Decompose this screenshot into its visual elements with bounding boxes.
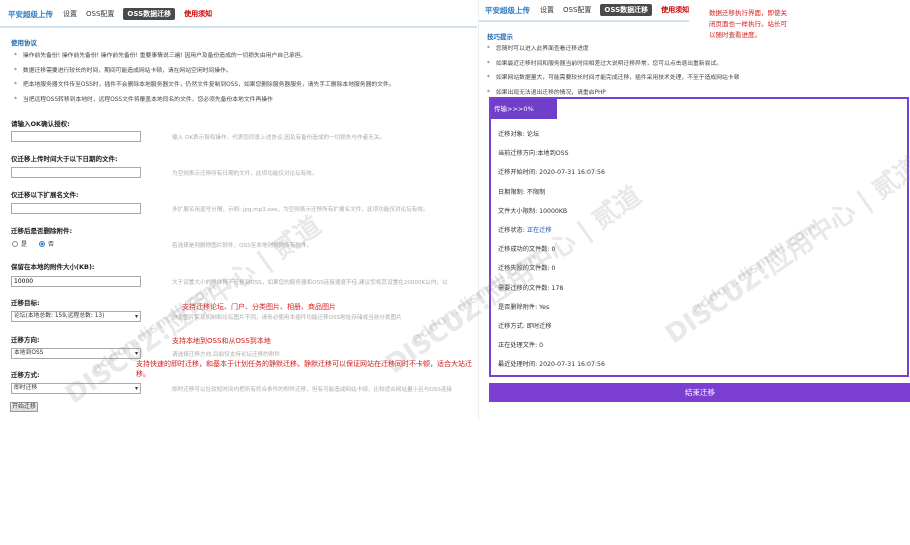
tip-item: 如果最近迁移时间和服务器当前时间相差过大说明迁移异常，您可以点击退出重新尝试。 — [487, 57, 739, 72]
delete-hint: 若选择是则删除图片附件，OSS至本地则删除所有附件。 — [172, 243, 313, 249]
tab-settings[interactable]: 设置 — [540, 5, 554, 15]
size-hint: 大于设置大小的附件将不迁移到OSS，如果您的服务器和OSS连接速度不佳,建议您将… — [172, 280, 448, 286]
size-label: 保留在本地的附件大小(KB): — [11, 263, 95, 271]
mode-label: 迁移方式: — [11, 371, 40, 379]
delete-radio-group: 是 否 — [12, 239, 54, 248]
direction-select-value: 本地到OSS — [14, 350, 44, 356]
note-item: 当把远程OSS转移到本地时，远程OSS文件将覆盖本地同名的文件，您必须先备份本地… — [14, 93, 395, 108]
tab-oss-migration[interactable]: OSS数据迁移 — [123, 8, 176, 20]
object-select[interactable]: 论坛(本地总数: 159,远程总数: 13) ▾ — [11, 311, 141, 322]
status-label: 迁移状态: — [498, 227, 527, 234]
migration-progress-panel: 平安超级上传 设置 OSS配置 OSS数据迁移 使用须知 数据迁移执行界面，即使… — [478, 0, 910, 420]
info-date-limit: 日期限制: 不限制 — [498, 189, 546, 196]
progress-bar: 传输>>>0% — [491, 99, 557, 119]
annotation-progress-ui: 数据迁移执行界面，即使关闭页面也一样执行。站长可以随时查看进度。 — [709, 9, 787, 39]
annotation-modes: 支持快速的即时迁移，和基本于计划任务的静默迁移。静默迁移可以保证网站在迁移同时不… — [136, 360, 472, 378]
start-migration-button[interactable]: 开始迁移 — [10, 402, 38, 412]
ok-label: 请输入OK确认授权: — [11, 120, 70, 128]
date-label: 仅迁移上传时间大于以下日期的文件: — [11, 155, 118, 163]
protocol-notes: 操作前先备份! 操作前先备份! 操作前先备份! 重要事情说三遍! 因用户及备份造… — [14, 49, 395, 107]
info-start-time: 迁移开始时间: 2020-07-31 16:07:56 — [498, 169, 605, 176]
top-tabs: 平安超级上传 设置 OSS配置 OSS数据迁移 使用须知 — [485, 2, 698, 18]
migration-settings-panel: 平安超级上传 设置 OSS配置 OSS数据迁移 使用须知 使用协议 操作前先备份… — [0, 0, 477, 420]
tab-oss-config[interactable]: OSS配置 — [563, 5, 591, 15]
tab-oss-migration[interactable]: OSS数据迁移 — [600, 4, 653, 16]
info-pending: 需要迁移的文件数: 178 — [498, 285, 564, 292]
note-item: 操作前先备份! 操作前先备份! 操作前先备份! 重要事情说三遍! 因用户及备份造… — [14, 49, 395, 64]
mode-select[interactable]: 即时迁移 ▾ — [11, 383, 141, 394]
ok-hint: 输入 OK表示授权操作，代表您同意上述协议,因及有备份造成的一切损失与作者无关。 — [172, 135, 386, 141]
status-badge: 正在迁移 — [526, 227, 552, 234]
tip-item: 您随时可以进入此界面查看迁移进度 — [487, 42, 739, 57]
info-delete: 是否删除附件: Yes — [498, 304, 550, 311]
info-object: 迁移对象: 论坛 — [498, 131, 540, 138]
info-size-limit: 文件大小限制: 10000KB — [498, 208, 568, 215]
delete-yes-label: 是 — [21, 241, 28, 248]
protocol-title: 使用协议 — [11, 39, 37, 47]
ok-input[interactable] — [11, 131, 141, 142]
header-divider — [0, 26, 477, 28]
tab-usage-notice[interactable]: 使用须知 — [184, 9, 212, 19]
info-processing: 正在处理文件: 0 — [498, 342, 544, 349]
info-last-time: 最近处理时间: 2020-07-31 16:07:56 — [498, 361, 605, 368]
direction-hint: 请选择迁移方向,目前仅支持论坛迁移的附件 — [172, 352, 281, 358]
delete-no-radio[interactable] — [39, 240, 46, 247]
chevron-down-icon: ▾ — [134, 313, 138, 320]
plugin-brand: 平安超级上传 — [8, 9, 53, 19]
delete-yes-radio[interactable] — [12, 240, 18, 247]
direction-select[interactable]: 本地到OSS ▾ — [11, 348, 141, 359]
delete-label: 迁移后是否删除附件: — [11, 227, 73, 235]
note-item: 把本地服务器文件传至OSS时，插件不会删除本地服务器文件，仍然文件复制到OSS，… — [14, 78, 395, 93]
annotation-directions: 支持本地到OSS和从OSS到本地 — [172, 337, 271, 345]
ext-input[interactable] — [11, 203, 141, 214]
object-select-value: 论坛(本地总数: 159,远程总数: 13) — [14, 313, 105, 319]
info-failed: 迁移失败的文件数: 0 — [498, 265, 556, 272]
annotation-targets: 支持迁移论坛、门户、分类图片、相册、商品图片 — [182, 303, 336, 311]
date-input[interactable] — [11, 167, 141, 178]
tab-settings[interactable]: 设置 — [63, 9, 77, 19]
chevron-down-icon: ▾ — [134, 350, 138, 357]
object-hint: 分类图片实现机制和论坛图片不同，请务必使用本插件功能迁移OSS地址存储或当前分类… — [172, 315, 402, 321]
end-migration-button[interactable]: 结束迁移 — [489, 383, 910, 402]
tab-oss-config[interactable]: OSS配置 — [86, 9, 114, 19]
progress-box: 传输>>>0% 迁移对象: 论坛 当前迁移方向:本地到OSS 迁移开始时间: 2… — [489, 97, 909, 377]
info-direction: 当前迁移方向:本地到OSS — [498, 150, 569, 157]
tips-notes: 您随时可以进入此界面查看迁移进度 如果最近迁移时间和服务器当前时间相差过大说明迁… — [487, 42, 739, 100]
tip-item: 如果网站数据量大，可能需要较长时间才能完成迁移，插件采用技术处理，不至于造成网站… — [487, 71, 739, 86]
header-divider — [479, 20, 689, 22]
plugin-brand: 平安超级上传 — [485, 5, 530, 15]
ext-label: 仅迁移以下扩展名文件: — [11, 191, 79, 199]
object-label: 迁移目标: — [11, 299, 40, 307]
date-hint: 为空则表示迁移所有日期的文件，此项功能仅对论坛有效。 — [172, 171, 318, 177]
direction-label: 迁移方向: — [11, 336, 40, 344]
delete-no-label: 否 — [48, 241, 55, 248]
tab-usage-notice[interactable]: 使用须知 — [661, 5, 689, 15]
ext-hint: 多扩展名用逗号分隔，示例: jpg,mp3,exe，为空则表示迁移所有扩展名文件… — [172, 207, 429, 213]
mode-hint: 即时迁移可以在较短时间内把所有符合条件的附件迁移，但有可能造成网站卡顿，比较适合… — [172, 387, 453, 393]
mode-select-value: 即时迁移 — [14, 385, 38, 391]
note-item: 数据迁移需要进行较长的时间，期间可能造成网站卡顿，请在网站空闲时间操作。 — [14, 64, 395, 79]
top-tabs: 平安超级上传 设置 OSS配置 OSS数据迁移 使用须知 — [8, 6, 221, 22]
info-done: 迁移成功的文件数: 0 — [498, 246, 556, 253]
chevron-down-icon: ▾ — [134, 385, 138, 392]
info-mode: 迁移方式: 即时迁移 — [498, 323, 552, 330]
tips-title: 技巧提示 — [487, 33, 513, 41]
info-status: 迁移状态: 正在迁移 — [498, 225, 552, 234]
size-input[interactable] — [11, 276, 141, 287]
